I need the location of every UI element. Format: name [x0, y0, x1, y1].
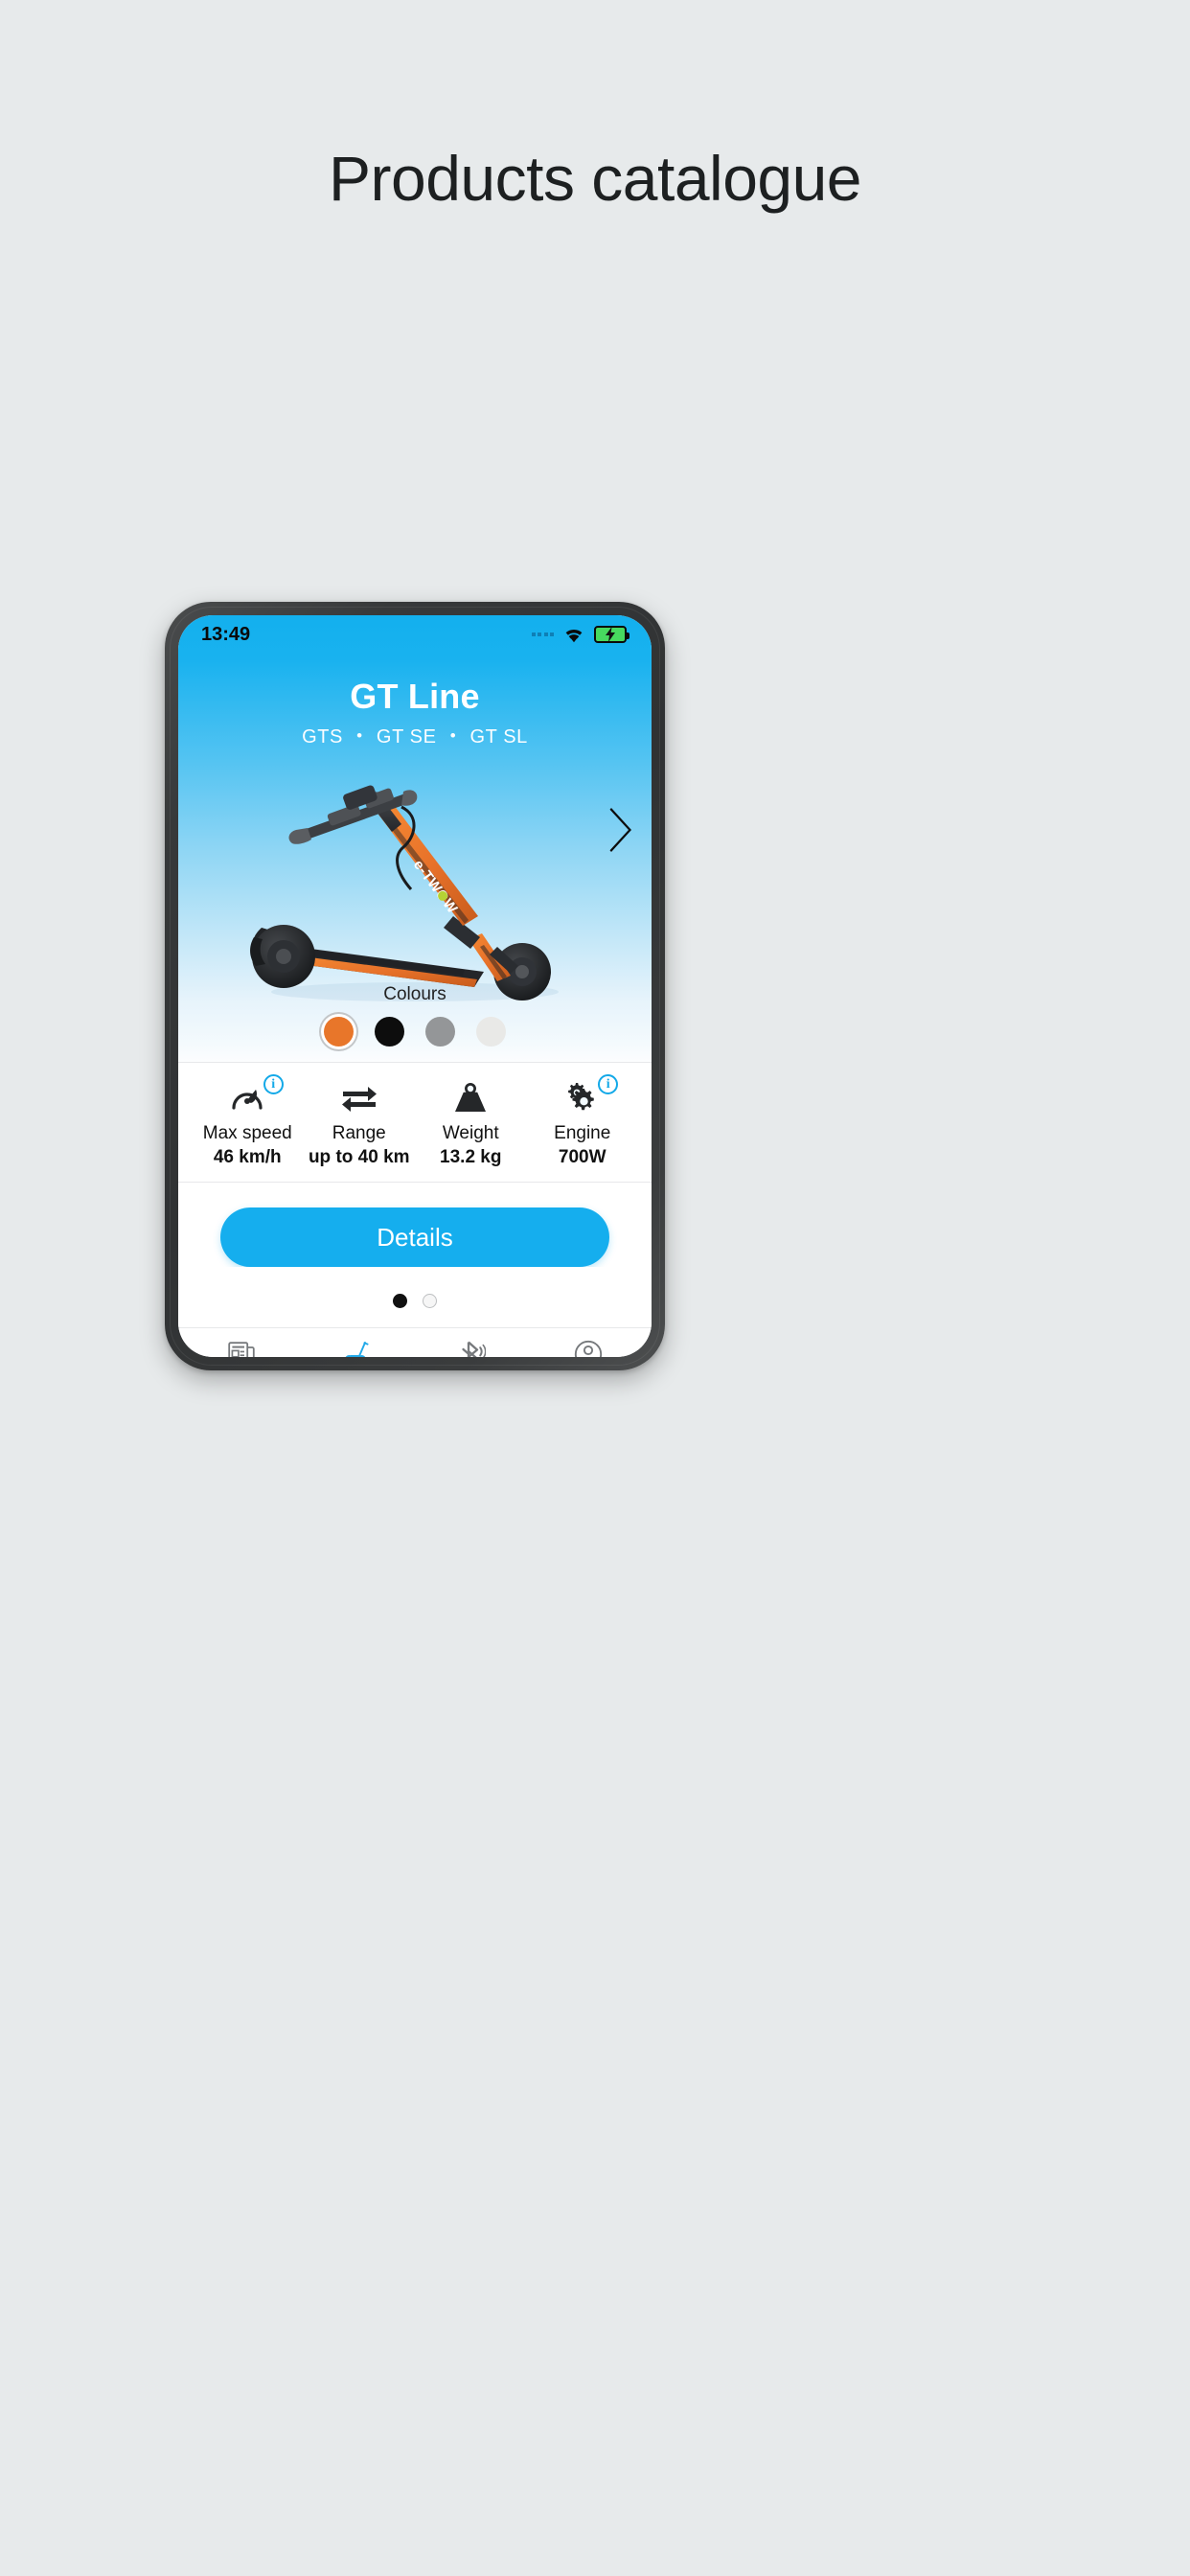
cta-container: Details	[178, 1183, 652, 1267]
spec-engine: i Engine 700W	[527, 1074, 639, 1168]
colour-swatch-list	[178, 1017, 652, 1046]
info-icon-max-speed[interactable]: i	[263, 1074, 284, 1094]
colour-swatch-black[interactable]	[375, 1017, 404, 1046]
nav-icon-wrap	[184, 1337, 300, 1357]
colour-swatch-grey[interactable]	[425, 1017, 455, 1046]
bluetooth-icon	[462, 1341, 487, 1357]
nav-item-connect[interactable]: Connect	[415, 1337, 531, 1357]
wifi-icon	[565, 630, 583, 643]
signal-dots-icon	[531, 632, 554, 636]
scooter-icon	[345, 1342, 369, 1357]
page-title: Products catalogue	[328, 143, 862, 214]
spec-label-range: Range	[332, 1123, 386, 1143]
next-product-button[interactable]	[602, 803, 640, 857]
spec-value-max-speed: 46 km/h	[213, 1147, 282, 1167]
carousel-dot-1[interactable]	[393, 1294, 407, 1308]
carousel-pagination	[178, 1267, 652, 1327]
spec-range: Range up to 40 km	[304, 1078, 416, 1168]
nav-item-social[interactable]: Social	[184, 1337, 300, 1357]
spec-value-engine: 700W	[558, 1147, 606, 1167]
colours-section: Colours	[178, 984, 652, 1046]
spec-icon-wrap: i	[192, 1074, 304, 1116]
colour-swatch-white[interactable]	[476, 1017, 506, 1046]
weight-icon	[455, 1083, 487, 1112]
status-icon-group	[531, 626, 629, 643]
nav-item-products[interactable]: Products	[300, 1337, 416, 1357]
profile-circle-icon	[574, 1340, 602, 1357]
spec-label-weight: Weight	[442, 1123, 499, 1143]
nav-icon-wrap	[415, 1337, 531, 1357]
details-button[interactable]: Details	[220, 1208, 609, 1267]
product-hero: 13:49 GT Line GTS • GT SE • GT SL e-TWOW…	[178, 615, 652, 1062]
phone-screen: 13:49 GT Line GTS • GT SE • GT SL e-TWOW…	[178, 615, 652, 1357]
orange-electric-scooter-image: e-TWOW	[250, 785, 559, 1001]
spec-label-max-speed: Max speed	[202, 1123, 292, 1143]
product-line-title: GT Line	[350, 677, 480, 716]
status-bar: 13:49	[178, 615, 652, 654]
bottom-navigation: Social Products	[178, 1327, 652, 1357]
battery-charging-icon	[594, 626, 629, 643]
newspaper-icon	[228, 1342, 255, 1357]
spec-label-engine: Engine	[554, 1123, 611, 1143]
spec-value-weight: 13.2 kg	[440, 1147, 502, 1167]
exchange-arrows-icon	[341, 1087, 377, 1112]
spec-icon-wrap	[304, 1078, 416, 1116]
colour-swatch-orange[interactable]	[324, 1017, 354, 1046]
colours-label: Colours	[383, 984, 446, 1004]
spec-weight: Weight 13.2 kg	[415, 1078, 527, 1168]
speedometer-icon	[232, 1090, 263, 1110]
model-gts: GTS	[302, 726, 343, 748]
phone-mockup: 13:49 GT Line GTS • GT SE • GT SL e-TWOW…	[165, 602, 991, 1370]
spec-icon-wrap	[415, 1078, 527, 1116]
spec-row: i Max speed 46 km/h Range up to 40 km We…	[178, 1062, 652, 1183]
spec-max-speed: i Max speed 46 km/h	[192, 1074, 304, 1168]
gears-icon	[567, 1083, 594, 1111]
model-separator: •	[356, 726, 363, 745]
chevron-right-icon	[609, 808, 631, 852]
spec-icon-wrap: i	[527, 1074, 639, 1116]
status-clock: 13:49	[201, 623, 251, 645]
nav-icon-wrap	[300, 1337, 416, 1357]
spec-value-range: up to 40 km	[308, 1147, 410, 1167]
info-icon-engine[interactable]: i	[598, 1074, 619, 1094]
model-gtse: GT SE	[376, 726, 437, 748]
model-separator: •	[449, 726, 457, 745]
nav-icon-wrap	[531, 1337, 647, 1357]
product-models: GTS • GT SE • GT SL	[178, 726, 652, 748]
model-gtsl: GT SL	[469, 726, 528, 748]
carousel-dot-2[interactable]	[423, 1294, 437, 1308]
nav-item-profile[interactable]: Profile	[531, 1337, 647, 1357]
